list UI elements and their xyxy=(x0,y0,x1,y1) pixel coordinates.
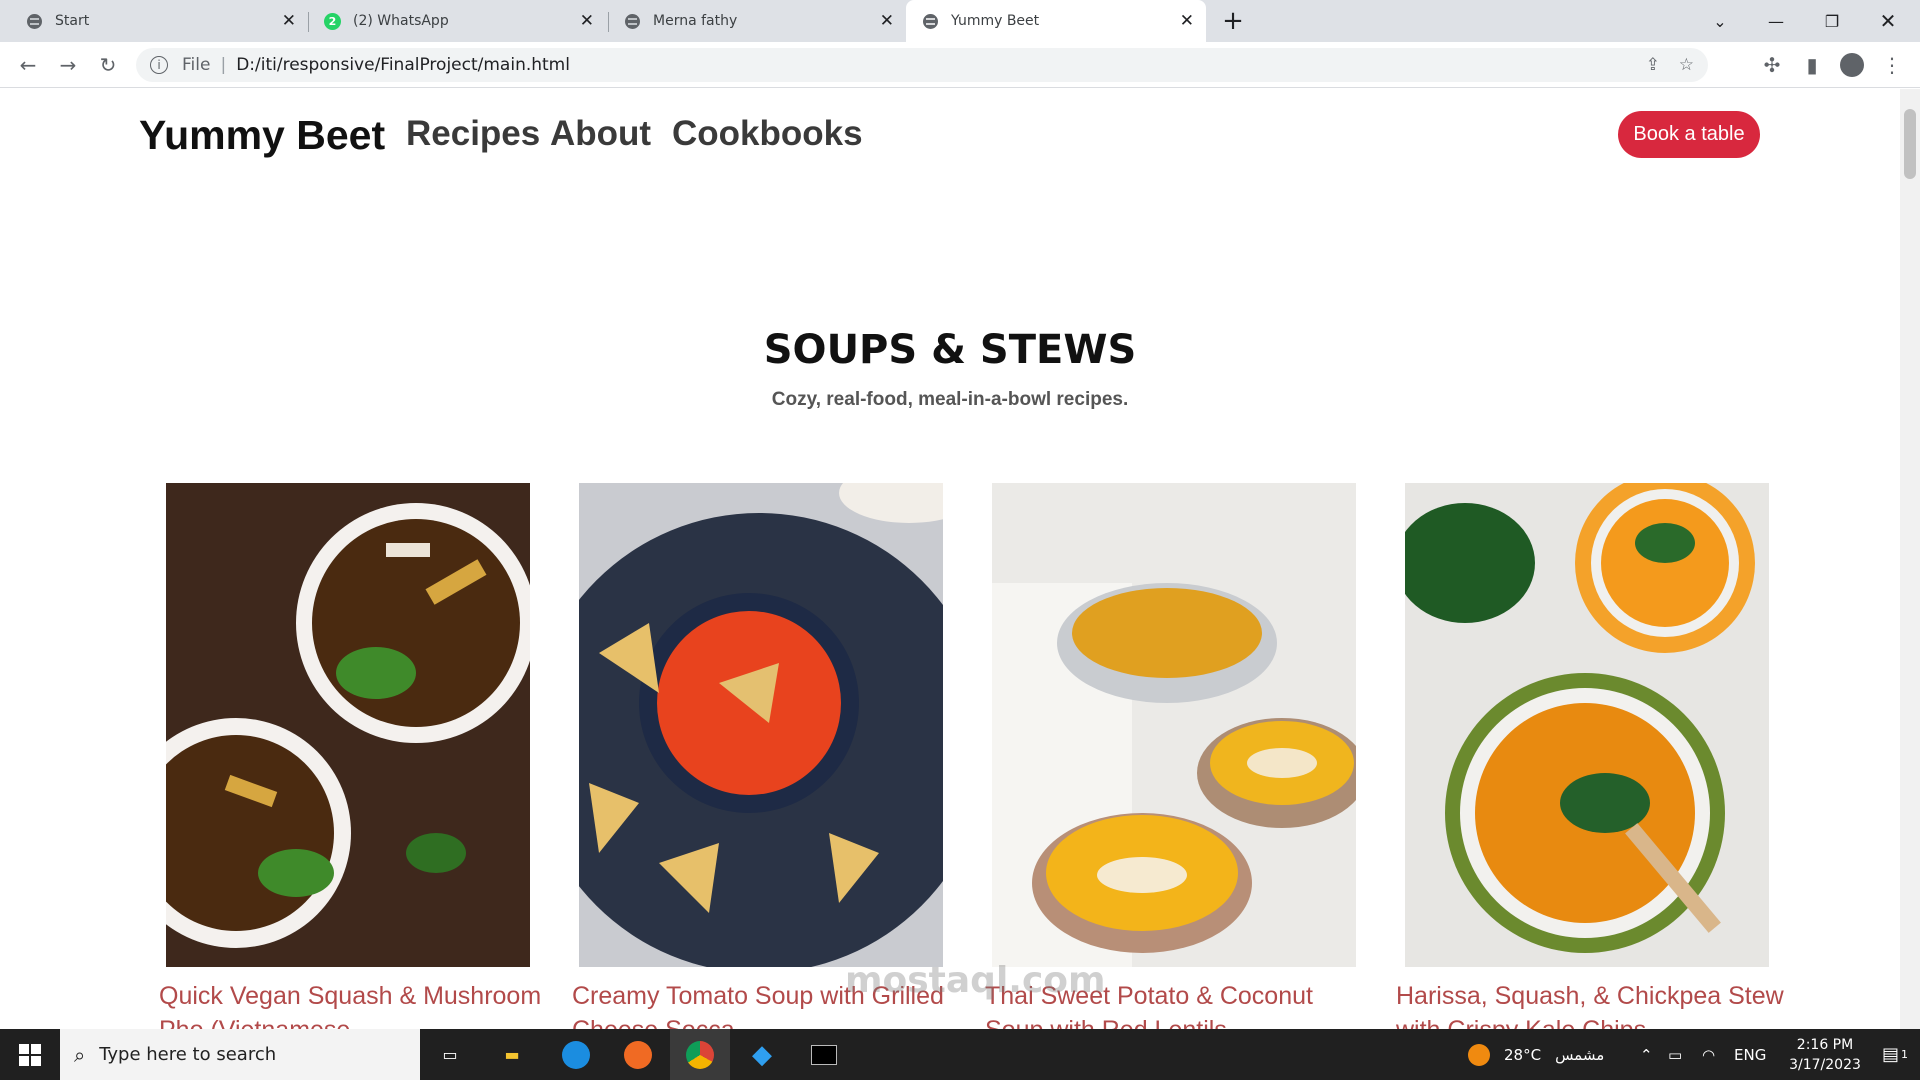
tab-label: Yummy Beet xyxy=(951,13,1040,29)
firefox-icon[interactable] xyxy=(608,1029,668,1080)
sun-icon xyxy=(1468,1043,1490,1066)
extensions-icon[interactable]: ✣ xyxy=(1756,49,1788,81)
tab-label: (2) WhatsApp xyxy=(353,13,449,29)
tab-badge: 2 xyxy=(328,14,337,28)
address-bar[interactable]: i File | D:/iti/responsive/FinalProject/… xyxy=(136,48,1708,82)
clock[interactable]: 2:16 PM 3/17/2023 xyxy=(1780,1029,1870,1080)
web-page: Yummy Beet Recipes About Cookbooks Book … xyxy=(0,89,1900,1029)
url-text: D:/iti/responsive/FinalProject/main.html xyxy=(236,55,570,75)
recipe-title-pho[interactable]: Quick Vegan Squash & Mushroom Pho (Vietn… xyxy=(159,979,549,1029)
watermark: mostaql.com xyxy=(845,960,1106,1001)
tab-label: Merna fathy xyxy=(653,13,738,29)
windows-start-icon[interactable] xyxy=(0,1029,60,1080)
back-arrow-icon[interactable]: ← xyxy=(12,49,44,81)
page-scrollbar[interactable] xyxy=(1900,89,1920,1029)
menu-kebab-icon[interactable]: ⋮ xyxy=(1876,49,1908,81)
globe-icon xyxy=(922,13,939,30)
recipe-image-sweet-potato-soup[interactable] xyxy=(992,483,1356,967)
chrome-icon[interactable] xyxy=(670,1029,730,1080)
section-subtitle: Cozy, real-food, meal-in-a-bowl recipes. xyxy=(771,389,1129,410)
search-icon: ⌕ xyxy=(74,1042,86,1067)
restore-button[interactable]: ❐ xyxy=(1804,0,1860,42)
nav-about[interactable]: About xyxy=(550,114,651,154)
scrollbar-thumb[interactable] xyxy=(1904,109,1916,179)
battery-icon[interactable]: ▭ xyxy=(1668,1029,1682,1080)
recipe-image-pho[interactable] xyxy=(166,483,530,967)
language-indicator[interactable]: ENG xyxy=(1734,1029,1766,1080)
share-icon[interactable]: ⇪ xyxy=(1646,55,1660,75)
close-icon[interactable]: ✕ xyxy=(880,11,894,31)
edge-icon[interactable] xyxy=(546,1029,606,1080)
chevron-up-icon[interactable]: ⌃ xyxy=(1640,1029,1653,1080)
globe-icon xyxy=(624,13,641,30)
star-icon[interactable]: ☆ xyxy=(1679,55,1694,75)
tab-yummy-beet[interactable]: Yummy Beet ✕ xyxy=(906,0,1206,42)
clock-time: 2:16 PM xyxy=(1796,1036,1854,1053)
recipe-image-harissa-stew[interactable] xyxy=(1405,483,1769,967)
wifi-icon[interactable]: ◠ xyxy=(1702,1029,1715,1080)
browser-tab-strip: Start ✕ 2 (2) WhatsApp ✕ Merna fathy ✕ Y… xyxy=(0,0,1920,42)
windows-taskbar: ⌕ Type here to search ▭ ▬ ◆ 28°C مشمس ⌃ … xyxy=(0,1029,1920,1080)
tab-separator xyxy=(608,12,609,32)
taskbar-search-input[interactable]: ⌕ Type here to search xyxy=(60,1029,420,1080)
recipe-image-tomato-soup[interactable] xyxy=(579,483,943,967)
recipe-title-harissa-stew[interactable]: Harissa, Squash, & Chickpea Stew with Cr… xyxy=(1396,979,1786,1029)
whatsapp-icon: 2 xyxy=(324,12,341,30)
reload-icon[interactable]: ↻ xyxy=(92,49,124,81)
close-window-button[interactable]: ✕ xyxy=(1860,0,1916,42)
terminal-icon[interactable] xyxy=(794,1029,854,1080)
tab-label: Start xyxy=(55,13,90,29)
weather-temp: 28°C xyxy=(1504,1045,1542,1064)
weather-widget[interactable]: 28°C مشمس xyxy=(1468,1029,1604,1080)
weather-desc: مشمس xyxy=(1555,1045,1605,1064)
url-scheme: File xyxy=(182,55,211,75)
search-placeholder: Type here to search xyxy=(99,1044,277,1065)
site-logo[interactable]: Yummy Beet xyxy=(139,112,385,159)
tab-separator xyxy=(308,12,309,32)
side-panel-icon[interactable]: ▮ xyxy=(1796,49,1828,81)
book-table-button[interactable]: Book a table xyxy=(1618,111,1760,158)
close-icon[interactable]: ✕ xyxy=(1180,11,1194,31)
nav-cookbooks[interactable]: Cookbooks xyxy=(672,114,863,154)
close-icon[interactable]: ✕ xyxy=(580,11,594,31)
nav-recipes[interactable]: Recipes xyxy=(406,114,540,154)
tab-start[interactable]: Start ✕ xyxy=(8,0,308,42)
forward-arrow-icon[interactable]: → xyxy=(52,49,84,81)
close-icon[interactable]: ✕ xyxy=(282,11,296,31)
url-divider: | xyxy=(220,55,227,75)
notification-icon[interactable]: ▤ 1 xyxy=(1870,1029,1920,1080)
tab-whatsapp[interactable]: 2 (2) WhatsApp ✕ xyxy=(310,0,606,42)
clock-date: 3/17/2023 xyxy=(1789,1056,1861,1073)
new-tab-button[interactable]: + xyxy=(1206,0,1260,42)
task-view-icon[interactable]: ▭ xyxy=(420,1029,480,1080)
browser-toolbar: ← → ↻ i File | D:/iti/responsive/FinalPr… xyxy=(0,42,1920,88)
notification-count: 1 xyxy=(1901,1048,1908,1061)
profile-icon[interactable] xyxy=(1836,49,1868,81)
section-title: SOUPS & STEWS xyxy=(763,327,1137,373)
file-explorer-icon[interactable]: ▬ xyxy=(482,1029,542,1080)
info-icon[interactable]: i xyxy=(150,56,168,74)
globe-icon xyxy=(26,13,43,30)
minimize-button[interactable]: — xyxy=(1748,0,1804,42)
tab-search-chevron-icon[interactable]: ⌄ xyxy=(1692,0,1748,42)
tab-merna-fathy[interactable]: Merna fathy ✕ xyxy=(610,0,906,42)
vscode-icon[interactable]: ◆ xyxy=(732,1029,792,1080)
